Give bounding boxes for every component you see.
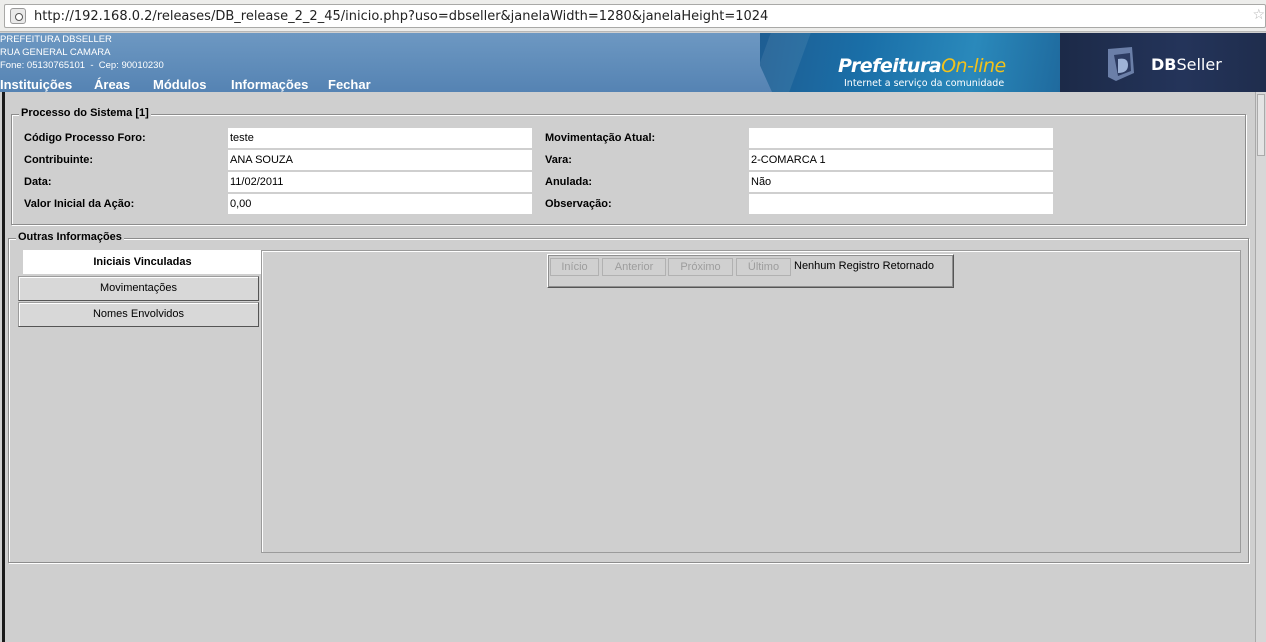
bookmark-star-icon[interactable]: ☆ bbox=[1252, 7, 1265, 23]
dbseller-emblem-icon bbox=[1108, 47, 1134, 81]
url-input[interactable]: http://192.168.0.2/releases/DB_release_2… bbox=[4, 4, 1266, 28]
site-identity-icon[interactable] bbox=[10, 8, 26, 24]
first-page-button[interactable]: Início bbox=[550, 258, 599, 276]
valor-inicial-value: 0,00 bbox=[228, 194, 532, 214]
menu-areas[interactable]: Áreas bbox=[94, 77, 130, 92]
tab-iniciais-vinculadas[interactable]: Iniciais Vinculadas bbox=[23, 250, 262, 274]
menu-modulos[interactable]: Módulos bbox=[153, 77, 206, 92]
anulada-label: Anulada: bbox=[545, 176, 593, 188]
outras-legend: Outras Informações bbox=[16, 231, 124, 243]
url-text: http://192.168.0.2/releases/DB_release_2… bbox=[34, 9, 769, 24]
prefeitura-online-logo: PrefeituraOn-line Internet a serviço da … bbox=[760, 33, 1060, 92]
observacao-value bbox=[749, 194, 1053, 214]
browser-toolbar: http://192.168.0.2/releases/DB_release_2… bbox=[0, 0, 1266, 32]
codigo-processo-label: Código Processo Foro: bbox=[24, 132, 146, 144]
logo-prefeitura-text: Prefeitura bbox=[838, 55, 942, 77]
content-frame: Processo do Sistema [1] Código Processo … bbox=[0, 92, 1266, 642]
processo-fieldset bbox=[11, 114, 1246, 225]
vara-value: 2-COMARCA 1 bbox=[749, 150, 1053, 170]
data-label: Data: bbox=[24, 176, 52, 188]
frame-scrollbar[interactable] bbox=[1255, 92, 1266, 642]
menu-instituicoes[interactable]: Instituições bbox=[0, 77, 72, 92]
org-contact: Fone: 05130765101 - Cep: 90010230 bbox=[0, 60, 164, 71]
movimentacao-atual-value bbox=[749, 128, 1053, 148]
org-info: PREFEITURA DBSELLER RUA GENERAL CAMARA F… bbox=[0, 33, 164, 72]
org-address: RUA GENERAL CAMARA bbox=[0, 47, 111, 58]
dbseller-logo: DBSeller bbox=[1060, 33, 1266, 92]
codigo-processo-value: teste bbox=[228, 128, 532, 148]
vara-label: Vara: bbox=[545, 154, 572, 166]
previous-page-button[interactable]: Anterior bbox=[602, 258, 666, 276]
header-banner: PREFEITURA DBSELLER RUA GENERAL CAMARA F… bbox=[0, 33, 1266, 92]
contribuinte-label: Contribuinte: bbox=[24, 154, 94, 166]
movimentacao-atual-label: Movimentação Atual: bbox=[545, 132, 656, 144]
contribuinte-value: ANA SOUZA bbox=[228, 150, 532, 170]
logo-online-text: On-line bbox=[941, 55, 1006, 77]
menu-fechar[interactable]: Fechar bbox=[328, 77, 371, 92]
org-name: PREFEITURA DBSELLER bbox=[0, 34, 112, 45]
processo-legend: Processo do Sistema [1] bbox=[19, 107, 151, 119]
anulada-value: Não bbox=[749, 172, 1053, 192]
logo-seller-text: Seller bbox=[1176, 55, 1222, 74]
menu-informacoes[interactable]: Informações bbox=[231, 77, 308, 92]
valor-inicial-label: Valor Inicial da Ação: bbox=[24, 198, 135, 210]
pagination-bar: Início Anterior Próximo Último Nenhum Re… bbox=[547, 254, 954, 288]
no-records-message: Nenhum Registro Retornado bbox=[794, 260, 935, 272]
logo-db-text: DB bbox=[1151, 55, 1177, 74]
tab-movimentacoes[interactable]: Movimentações bbox=[18, 276, 259, 301]
tab-nomes-envolvidos[interactable]: Nomes Envolvidos bbox=[18, 302, 259, 327]
logo-subtitle: Internet a serviço da comunidade bbox=[844, 78, 1005, 89]
tab-panel bbox=[261, 250, 1241, 553]
next-page-button[interactable]: Próximo bbox=[668, 258, 733, 276]
observacao-label: Observação: bbox=[545, 198, 612, 210]
data-value: 11/02/2011 bbox=[228, 172, 532, 192]
last-page-button[interactable]: Último bbox=[736, 258, 791, 276]
